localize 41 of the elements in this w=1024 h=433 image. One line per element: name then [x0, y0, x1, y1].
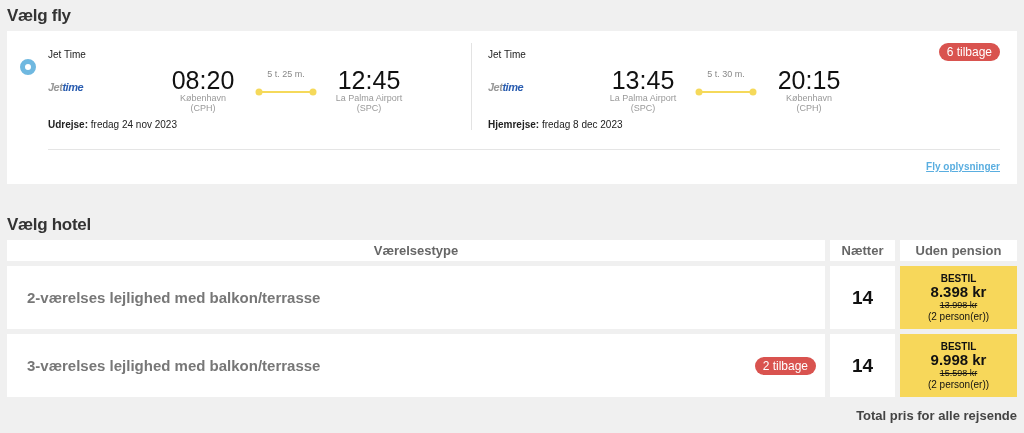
departure-airport: La Palma Airport: [609, 93, 677, 103]
flight-card[interactable]: [7, 31, 1017, 184]
arrival-airport: København: [785, 93, 832, 103]
departure-airport: København: [179, 93, 226, 103]
arrival-time: 20:15: [777, 67, 841, 93]
arrival-airport: La Palma Airport: [335, 93, 403, 103]
section-heading: Vælg hotel: [7, 214, 92, 236]
route-line-icon: [695, 88, 757, 96]
column-header: Nætter: [830, 240, 895, 261]
airline-name: Jet Time: [48, 49, 87, 60]
nights-cell: 14: [830, 334, 895, 397]
airport-code: (CPH): [796, 103, 822, 113]
flight-info-link[interactable]: Fly oplysninger: [926, 161, 1000, 172]
availability-badge: 6 tilbage: [938, 43, 1000, 61]
room-type: 2-værelses lejlighed med balkon/terrasse: [27, 289, 321, 306]
airline-name: Jet Time: [488, 49, 527, 60]
airport-code: (CPH): [190, 103, 216, 113]
column-header: Værelsestype: [7, 240, 825, 261]
arrival-time: 12:45: [337, 67, 401, 93]
book-price-button[interactable]: BESTIL 8.398 kr 13.998 kr (2 person(er)): [900, 266, 1017, 329]
total-price-label: Total pris for alle rejsende: [855, 407, 1017, 423]
travel-date: Hjemrejse: fredag 8 dec 2023: [488, 119, 624, 130]
room-type: 3-værelses lejlighed med balkon/terrasse: [27, 357, 321, 374]
nights-cell: 14: [830, 266, 895, 329]
departure-time: 08:20: [171, 67, 235, 93]
airport-code: (SPC): [356, 103, 382, 113]
radio-button[interactable]: [20, 59, 36, 75]
airline-logo: Jettime: [488, 81, 525, 93]
departure-time: 13:45: [611, 67, 675, 93]
airline-logo: Jettime: [48, 81, 85, 93]
section-heading: Vælg fly: [7, 5, 72, 27]
route-line-icon: [255, 88, 317, 96]
room-cell[interactable]: 3-værelses lejlighed med balkon/terrasse 2 tilbage: [7, 334, 825, 397]
flight-duration: 5 t. 25 m.: [267, 69, 305, 79]
travel-date: Udrejse: fredag 24 nov 2023: [48, 119, 178, 130]
availability-badge: 2 tilbage: [754, 356, 816, 375]
flight-duration: 5 t. 30 m.: [707, 69, 745, 79]
airport-code: (SPC): [630, 103, 656, 113]
book-price-button[interactable]: BESTIL 9.998 kr 15.598 kr (2 person(er)): [900, 334, 1017, 397]
room-cell[interactable]: 2-værelses lejlighed med balkon/terrasse: [7, 266, 825, 329]
column-header: Uden pension: [900, 240, 1017, 261]
